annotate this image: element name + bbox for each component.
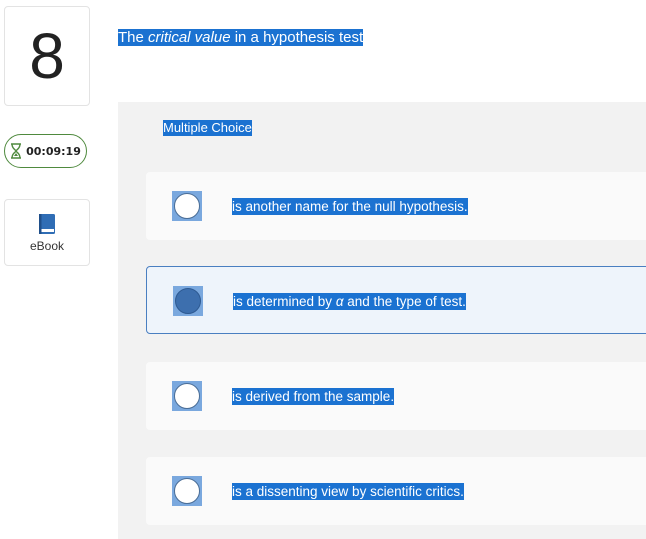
option-text: is determined by α and the type of test. [233,293,466,310]
ebook-label: eBook [29,238,65,253]
radio-highlight [172,381,202,411]
radio-button[interactable] [174,383,200,409]
question-type-label: Multiple Choice [163,120,252,136]
option-text: is derived from the sample. [232,388,395,405]
prompt-term: critical value [148,29,231,46]
hourglass-icon [11,143,22,159]
option-text: is a dissenting view by scientific criti… [232,483,464,500]
prompt-text-before: The [118,29,149,46]
radio-button-checked[interactable] [175,288,201,314]
question-number: 8 [29,20,65,92]
radio-button[interactable] [174,478,200,504]
radio-highlight [172,191,202,221]
answer-option-selected[interactable]: is determined by α and the type of test. [146,266,646,334]
book-icon [39,213,55,234]
answer-option[interactable]: is derived from the sample. [146,362,646,430]
option-text-after: and the type of test. [343,294,466,309]
radio-highlight [173,286,203,316]
option-text: is another name for the null hypothesis. [232,198,468,215]
radio-highlight [172,476,202,506]
question-number-box: 8 [4,6,90,106]
timer-text: 00:09:19 [26,144,81,158]
timer[interactable]: 00:09:19 [4,134,87,168]
prompt-text-after: in a hypothesis test [230,29,364,46]
answer-option[interactable]: is another name for the null hypothesis. [146,172,646,240]
answer-option[interactable]: is a dissenting view by scientific criti… [146,457,646,525]
answer-panel: Multiple Choice is another name for the … [118,102,646,539]
alpha-symbol: α [335,294,344,309]
radio-button[interactable] [174,193,200,219]
question-prompt: The critical value in a hypothesis test [118,28,364,48]
option-text-before: is determined by [233,294,336,309]
ebook-button[interactable]: eBook [4,199,90,266]
